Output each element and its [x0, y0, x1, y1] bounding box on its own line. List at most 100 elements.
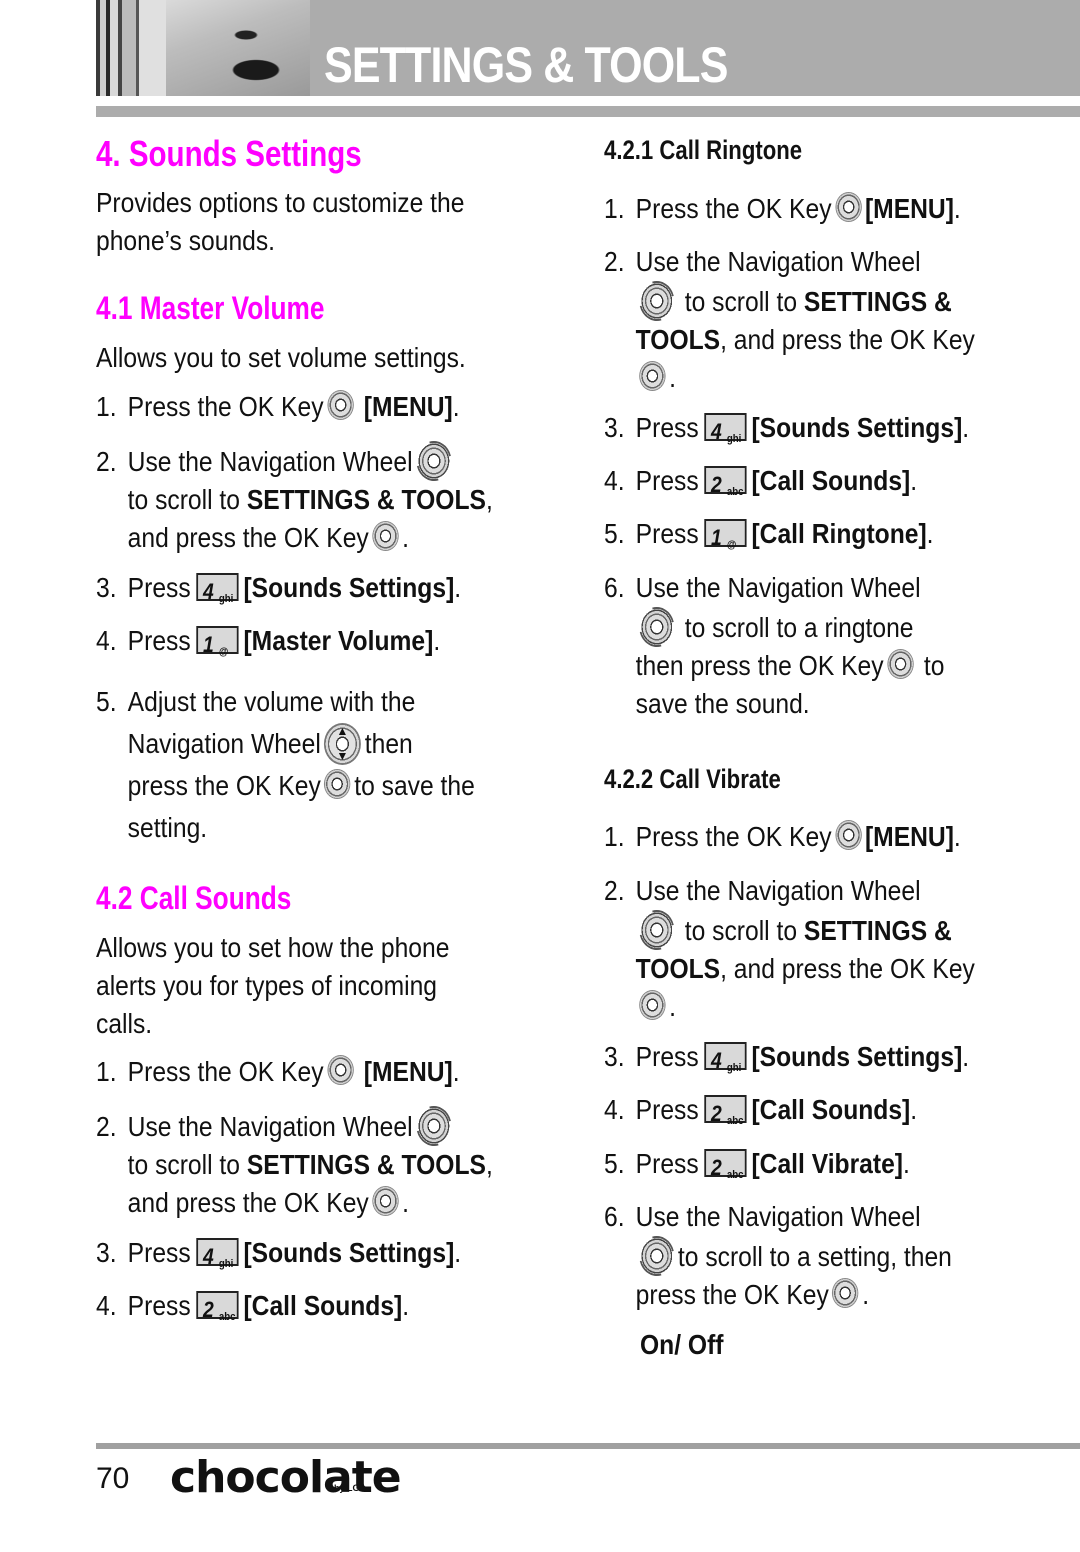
- brand-byline: ™ by LG: [334, 1476, 360, 1493]
- step-text: Press: [635, 412, 699, 443]
- step-text: to scroll to: [127, 484, 247, 515]
- navigation-wheel-icon: [639, 910, 675, 950]
- step-text: save the sound.: [635, 688, 810, 719]
- menu-name: TOOLS: [635, 953, 721, 984]
- vb-step-2: 2. Use the Navigation Wheel to scroll to …: [604, 872, 975, 1026]
- step-text: Use the Navigation Wheel: [635, 246, 921, 277]
- punct: .: [962, 1041, 970, 1072]
- punct: .: [452, 1056, 460, 1087]
- menu-name: TOOLS: [635, 324, 721, 355]
- step-number: 1.: [604, 193, 625, 224]
- punct: .: [402, 1187, 410, 1218]
- navigation-wheel-icon: [639, 607, 675, 647]
- step-number: 6.: [604, 572, 625, 603]
- mv-step-1: 1. Press the OK Key [MENU].: [96, 388, 460, 426]
- punct: .: [452, 391, 460, 422]
- step-number: 5.: [604, 518, 625, 549]
- step-number: 2.: [604, 246, 625, 277]
- step-text: to: [923, 650, 945, 681]
- cs-step-3: 3. Press 4 ghi [Sounds Settings].: [96, 1234, 461, 1272]
- ok-key-icon: [372, 521, 399, 551]
- key-letters: @: [726, 539, 737, 551]
- menu-label: [Sounds Settings]: [751, 412, 963, 443]
- menu-label: [Call Ringtone]: [751, 518, 927, 549]
- step-text: , and press the OK Key: [720, 953, 975, 984]
- step-text: Navigation Wheel: [127, 728, 321, 759]
- cs-step-1: 1. Press the OK Key [MENU].: [96, 1053, 460, 1091]
- step-text: then: [364, 728, 413, 759]
- step-number: 3.: [96, 1237, 117, 1268]
- rt-step-1: 1. Press the OK Key [MENU].: [604, 190, 961, 228]
- menu-name: SETTINGS & TOOLS: [246, 1149, 486, 1180]
- navigation-wheel-icon: [639, 281, 675, 321]
- mv-step-3: 3. Press 4 ghi [Sounds Settings].: [96, 569, 461, 607]
- menu-label: [Sounds Settings]: [243, 572, 455, 603]
- call-ringtone-title: 4.2.1 Call Ringtone: [604, 135, 803, 165]
- key-digit: 1: [710, 525, 722, 550]
- step-text: Use the Navigation Wheel: [635, 1201, 921, 1232]
- key-digit: 1: [202, 632, 214, 657]
- call-sounds-desc-1: Allows you to set how the phone: [96, 932, 450, 963]
- ok-key-icon: [372, 1186, 399, 1216]
- step-number: 4.: [96, 625, 117, 656]
- ok-key-icon: [639, 990, 666, 1020]
- step-number: 2.: [96, 446, 117, 477]
- menu-label: [MENU]: [363, 391, 453, 422]
- vb-step-4: 4. Press 2 abc [Call Sounds].: [604, 1091, 917, 1129]
- key-1-icon: 1 @: [195, 626, 239, 658]
- key-digit: 2: [710, 1101, 722, 1126]
- vb-step-5: 5. Press 2 abc [Call Vibrate].: [604, 1145, 910, 1183]
- step-text: setting.: [127, 812, 208, 843]
- step-number: 3.: [96, 572, 117, 603]
- header-divider: [96, 106, 1080, 117]
- step-text: Use the Navigation Wheel: [127, 446, 413, 477]
- key-digit: 2: [710, 1155, 722, 1180]
- intro-line-2: phone’s sounds.: [96, 225, 276, 256]
- punct: .: [402, 1290, 410, 1321]
- key-letters: ghi: [726, 433, 742, 445]
- step-number: 2.: [96, 1111, 117, 1142]
- vb-step-1: 1. Press the OK Key [MENU].: [604, 818, 961, 856]
- key-letters: ghi: [218, 593, 234, 605]
- step-text: Use the Navigation Wheel: [635, 572, 921, 603]
- step-text: and press the OK Key: [127, 1187, 369, 1218]
- ok-key-icon: [324, 769, 351, 799]
- punct: .: [454, 572, 462, 603]
- step-number: 4.: [604, 1094, 625, 1125]
- menu-name: SETTINGS & TOOLS: [246, 484, 486, 515]
- key-digit: 4: [202, 579, 214, 604]
- menu-label: [Master Volume]: [243, 625, 434, 656]
- rt-step-5: 5. Press 1 @ [Call Ringtone].: [604, 515, 934, 553]
- cs-step-4: 4. Press 2 abc [Call Sounds].: [96, 1287, 409, 1325]
- menu-label: [MENU]: [864, 193, 954, 224]
- key-letters: abc: [726, 1115, 744, 1127]
- step-text: Adjust the volume with the: [127, 686, 416, 717]
- menu-label: [Sounds Settings]: [243, 1237, 455, 1268]
- key-1-icon: 1 @: [703, 519, 747, 551]
- vb-step-3: 3. Press 4 ghi [Sounds Settings].: [604, 1038, 969, 1076]
- punct: .: [953, 193, 961, 224]
- key-2-icon: 2 abc: [703, 1149, 747, 1181]
- menu-name: SETTINGS &: [803, 915, 952, 946]
- menu-name: SETTINGS &: [803, 286, 952, 317]
- punct: .: [669, 362, 676, 393]
- master-volume-title: 4.1 Master Volume: [96, 290, 325, 326]
- step-text: to scroll to: [684, 286, 804, 317]
- key-2-icon: 2 abc: [703, 466, 747, 498]
- key-letters: ghi: [726, 1062, 742, 1074]
- cs-step-2: 2. Use the Navigation Wheel to scroll to …: [96, 1106, 493, 1222]
- key-letters: @: [218, 646, 229, 658]
- key-digit: 4: [710, 1048, 722, 1073]
- key-2-icon: 2 abc: [195, 1291, 239, 1323]
- page-number: 70: [96, 1462, 130, 1495]
- rt-step-2: 2. Use the Navigation Wheel to scroll to …: [604, 243, 975, 397]
- punct: ,: [485, 484, 493, 515]
- key-4-icon: 4 ghi: [703, 1042, 747, 1074]
- by-lg: by LG: [334, 1483, 360, 1493]
- key-letters: abc: [726, 486, 744, 498]
- step-number: 6.: [604, 1201, 625, 1232]
- key-letters: ghi: [218, 1258, 234, 1270]
- call-sounds-desc-3: calls.: [96, 1008, 153, 1039]
- step-text: Press: [127, 572, 191, 603]
- punct: .: [433, 625, 441, 656]
